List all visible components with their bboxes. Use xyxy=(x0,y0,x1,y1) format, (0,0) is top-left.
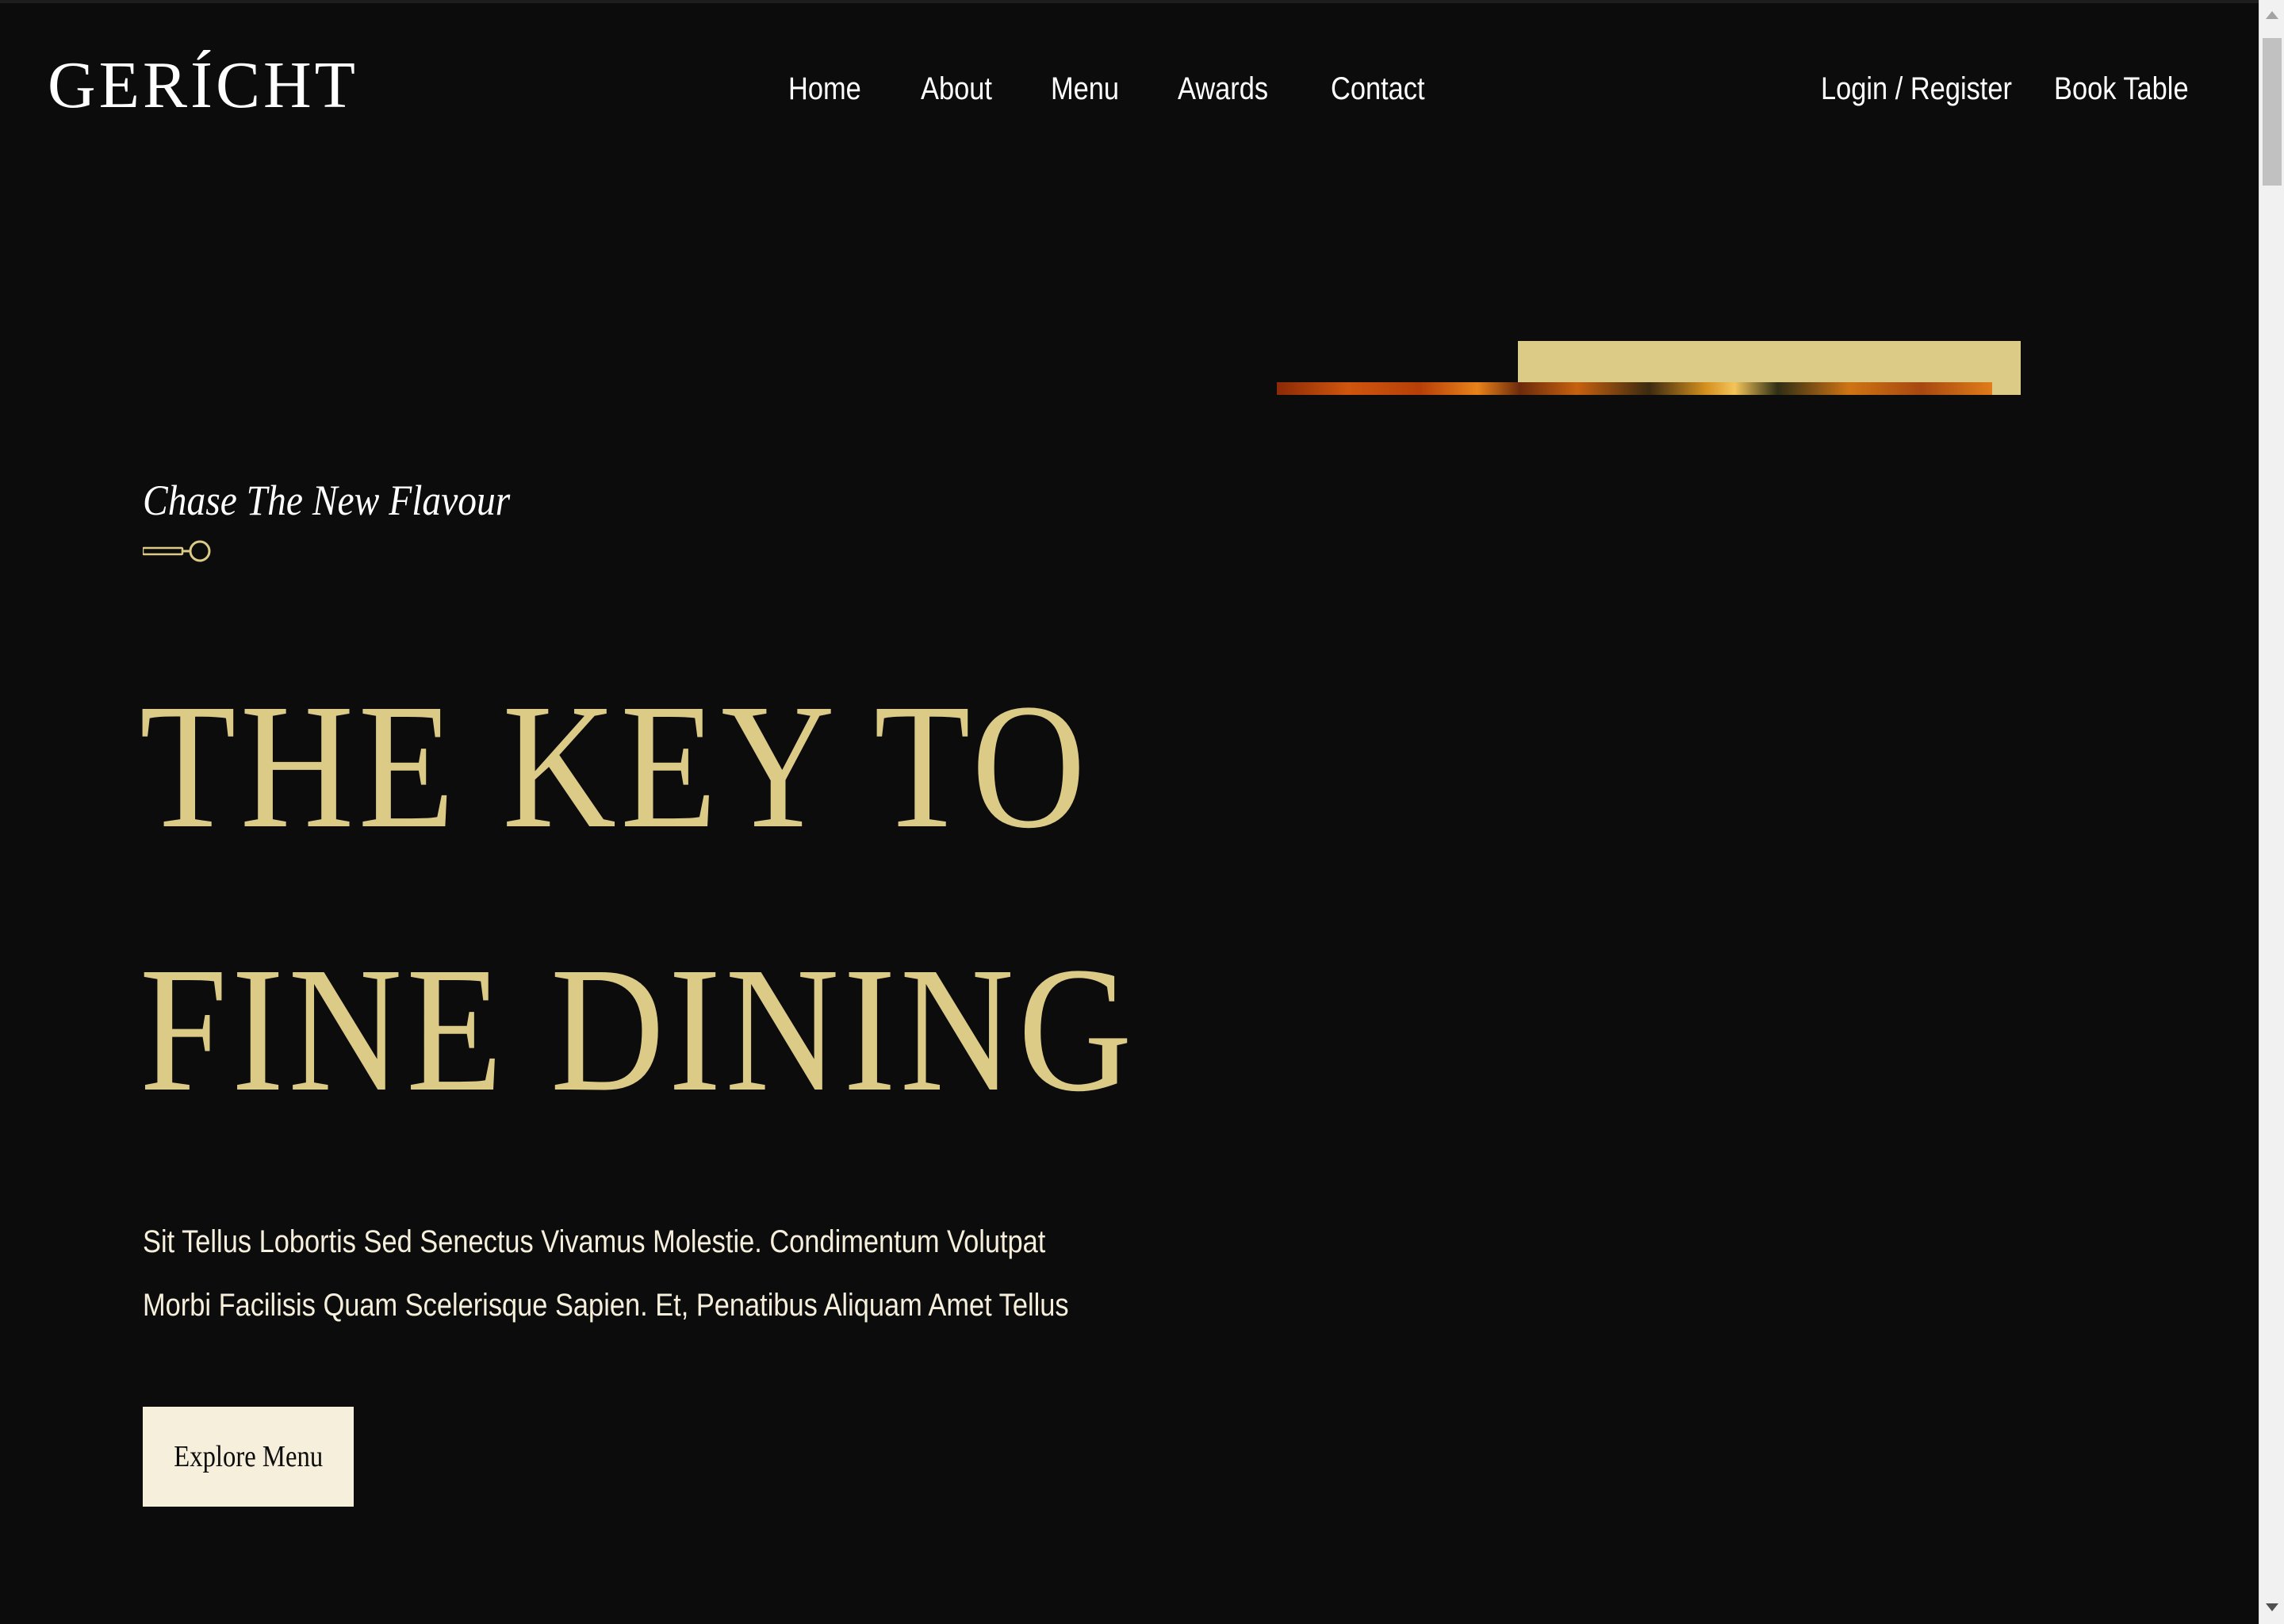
page: GERÍCHT Home About Menu Awards Contact L… xyxy=(0,0,2259,1624)
hero-headline: THE KEY TO FINE DINING xyxy=(140,634,1136,1161)
hero-food-image xyxy=(1277,382,1992,395)
explore-menu-label: Explore Menu xyxy=(174,1440,323,1473)
logo[interactable]: GERÍCHT xyxy=(48,52,358,119)
hero-subtitle: Chase The New Flavour xyxy=(143,477,511,524)
book-table-link[interactable]: Book Table xyxy=(2054,68,2189,109)
nav-links: Home About Menu Awards Contact xyxy=(788,68,1440,109)
chevron-up-icon[interactable] xyxy=(2266,11,2278,19)
nav-link-home[interactable]: Home xyxy=(788,68,861,109)
nav-link-about[interactable]: About xyxy=(921,68,992,109)
nav-link-contact[interactable]: Contact xyxy=(1331,68,1425,109)
vertical-scrollbar[interactable] xyxy=(2259,0,2284,1624)
chevron-down-icon[interactable] xyxy=(2266,1603,2278,1611)
hero-headline-line-1: THE KEY TO xyxy=(140,667,1090,865)
scrollbar-thumb[interactable] xyxy=(2263,38,2282,186)
spoon-divider-icon xyxy=(143,540,211,562)
hero-description: Sit Tellus Lobortis Sed Senectus Vivamus… xyxy=(143,1210,1069,1337)
explore-menu-button[interactable]: Explore Menu xyxy=(143,1407,354,1507)
login-register-link[interactable]: Login / Register xyxy=(1821,68,2012,109)
hero-description-line-2: Morbi Facilisis Quam Scelerisque Sapien.… xyxy=(143,1288,1069,1323)
hero-headline-line-2: FINE DINING xyxy=(140,930,1136,1128)
hero-description-line-1: Sit Tellus Lobortis Sed Senectus Vivamus… xyxy=(143,1224,1046,1259)
nav-link-menu[interactable]: Menu xyxy=(1051,68,1119,109)
nav-link-awards[interactable]: Awards xyxy=(1178,68,1268,109)
navbar: GERÍCHT Home About Menu Awards Contact L… xyxy=(0,0,2259,178)
